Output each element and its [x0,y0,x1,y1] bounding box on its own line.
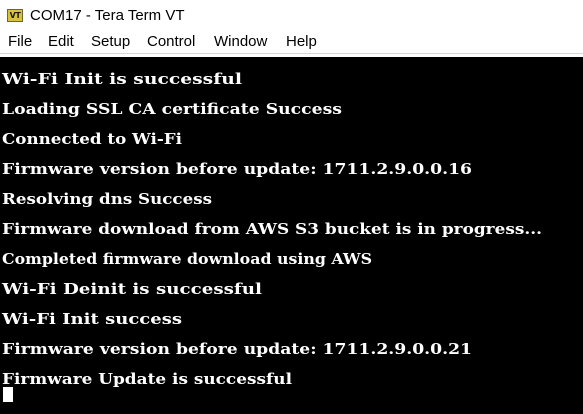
terminal-cursor [3,387,13,402]
menu-control[interactable]: Control [147,33,195,51]
terminal-line: Connected to Wi-Fi [2,130,182,148]
menu-help[interactable]: Help [286,33,317,51]
terminal-line: Wi-Fi Init success [2,310,182,328]
tera-term-window: VT COM17 - Tera Term VT File Edit Setup … [0,0,583,414]
terminal-line: Loading SSL CA certificate Success [2,100,342,118]
window-title: COM17 - Tera Term VT [30,7,185,24]
terminal-line: Firmware version before update: 1711.2.9… [2,160,473,178]
terminal-line: Wi-Fi Init is successful [2,70,243,88]
menu-bar: File Edit Setup Control Window Help [0,30,583,54]
terminal-line: Firmware Update is successful [2,370,292,388]
menu-file[interactable]: File [8,33,32,51]
terminal-line: Firmware version before update: 1711.2.9… [2,340,473,358]
tera-term-app-icon[interactable]: VT [7,9,23,22]
terminal-output[interactable]: Wi-Fi Init is successful Loading SSL CA … [0,57,583,414]
title-bar[interactable]: VT COM17 - Tera Term VT [0,0,583,30]
terminal-line: Wi-Fi Deinit is successful [2,280,262,298]
menu-setup[interactable]: Setup [91,33,130,51]
terminal-line: Firmware download from AWS S3 bucket is … [2,220,542,238]
terminal-line: Completed firmware download using AWS [2,250,372,268]
menu-window[interactable]: Window [214,33,267,51]
terminal-line: Resolving dns Success [2,190,212,208]
menu-edit[interactable]: Edit [48,33,74,51]
